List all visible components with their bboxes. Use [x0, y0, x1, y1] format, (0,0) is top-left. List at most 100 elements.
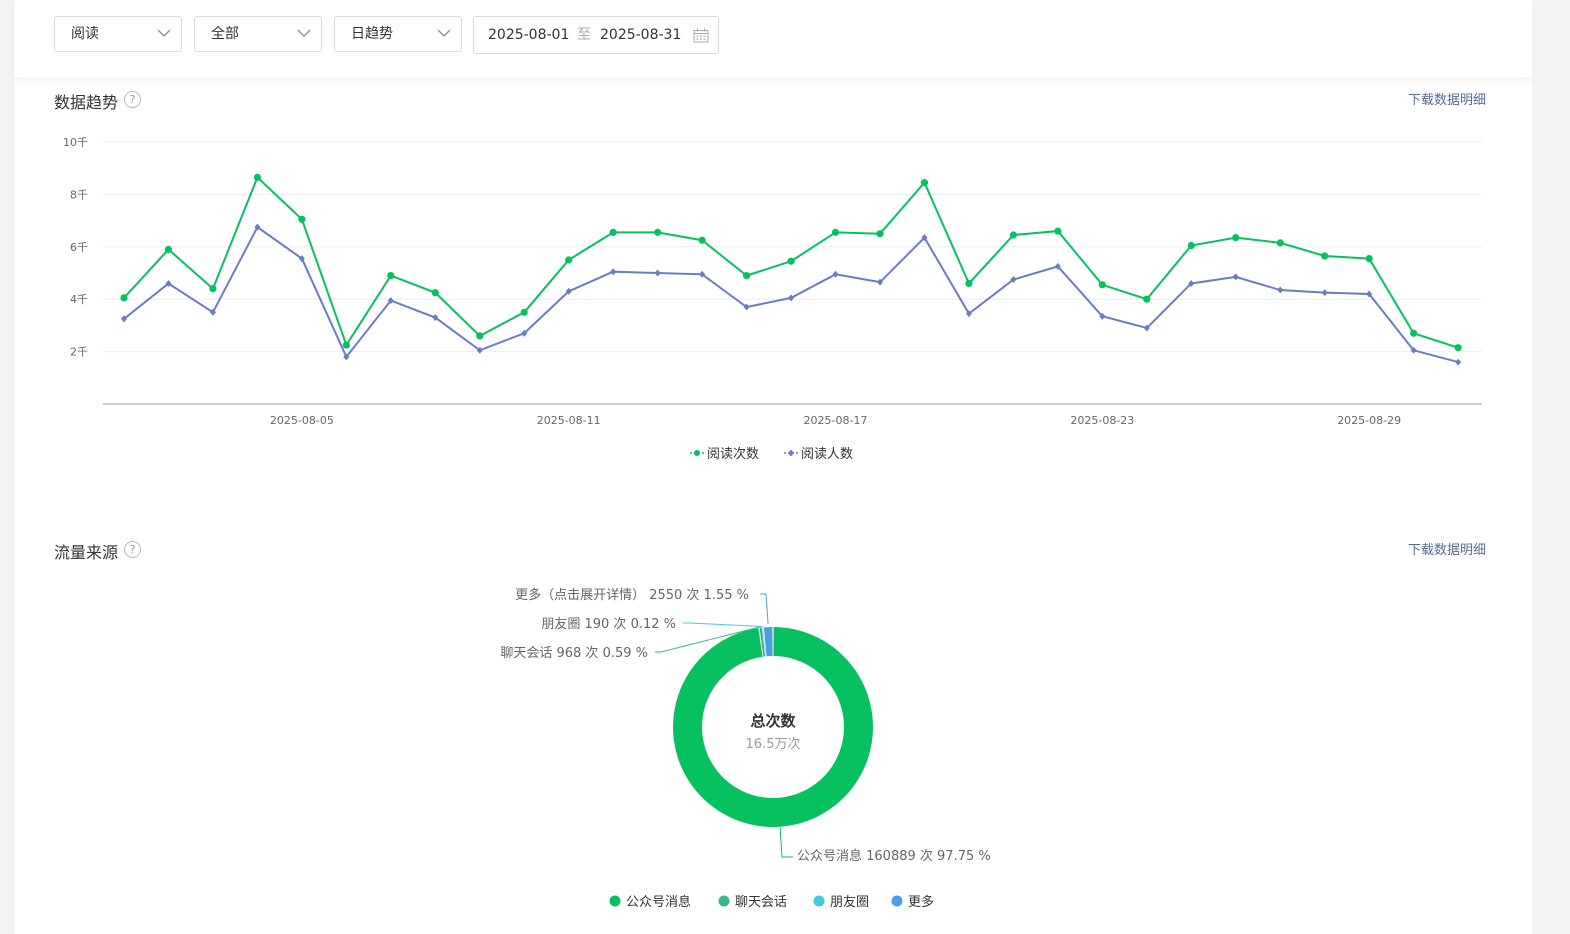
legend-label: 阅读次数	[707, 446, 759, 462]
data-point[interactable]	[387, 272, 395, 280]
legend-item-source-1[interactable]: 聊天会话	[718, 895, 788, 910]
y-tick-label: 2千	[70, 346, 88, 359]
legend-label: 聊天会话	[735, 895, 787, 910]
source-download-link[interactable]: 下载数据明细	[1408, 539, 1486, 558]
y-tick-label: 10千	[63, 136, 88, 149]
legend-marker	[694, 450, 700, 456]
data-point[interactable]	[788, 294, 795, 302]
data-point[interactable]	[1321, 252, 1329, 260]
data-point[interactable]	[1187, 241, 1195, 250]
data-point[interactable]	[920, 179, 929, 187]
data-point[interactable]	[342, 341, 350, 349]
chevron-down-icon	[437, 29, 451, 37]
data-point[interactable]	[965, 279, 973, 288]
data-point[interactable]	[1009, 231, 1018, 239]
data-point[interactable]	[831, 228, 840, 236]
main-panel: 阅读 全部 日趋势 2025-08-01 至 2025-08-31 数据趋势 ?…	[14, 0, 1532, 934]
date-range-picker[interactable]: 2025-08-01 至 2025-08-31	[473, 16, 719, 54]
data-point[interactable]	[1143, 295, 1151, 303]
data-point[interactable]	[610, 268, 617, 276]
legend-dot	[813, 895, 825, 907]
scope-select-value: 全部	[211, 26, 239, 42]
legend-item-source-0[interactable]: 公众号消息	[609, 894, 692, 910]
data-point[interactable]	[520, 308, 528, 316]
legend-item-source-3[interactable]: 更多	[891, 894, 935, 910]
data-point[interactable]	[253, 173, 262, 181]
granularity-select[interactable]: 日趋势	[334, 16, 462, 52]
data-point[interactable]	[476, 332, 484, 340]
data-point[interactable]	[120, 294, 128, 302]
data-point[interactable]	[787, 257, 795, 265]
scope-select[interactable]: 全部	[194, 16, 322, 52]
legend-marker	[788, 449, 794, 457]
legend-label: 朋友圈	[830, 894, 869, 910]
leader-line	[760, 593, 769, 625]
legend-label: 公众号消息	[626, 894, 691, 910]
data-point[interactable]	[209, 285, 217, 293]
trend-line-chart: 2千 4千 6千 8千 10千 2025-08-05 2025-08-11 2025-08-1…	[63, 136, 1482, 462]
legend-item-readers[interactable]: 阅读人数	[784, 447, 853, 462]
trend-section-title: 数据趋势	[54, 93, 119, 112]
data-point[interactable]	[742, 272, 751, 280]
data-point[interactable]	[1454, 344, 1462, 352]
filter-bar: 阅读 全部 日趋势 2025-08-01 至 2025-08-31	[14, 0, 1532, 79]
metric-select[interactable]: 阅读	[54, 16, 182, 52]
data-point[interactable]	[1365, 254, 1373, 263]
traffic-source-donut-chart: 公众号消息 160889 次 97.75 % 聊天会话 968 次 0.59 % 朋…	[500, 587, 991, 910]
x-tick-label: 2025-08-29	[1337, 414, 1401, 427]
metric-select-value: 阅读	[71, 26, 99, 42]
data-point[interactable]	[1277, 286, 1284, 294]
calendar-icon[interactable]	[693, 28, 709, 43]
data-point[interactable]	[1232, 234, 1240, 242]
data-point[interactable]	[1098, 281, 1106, 289]
date-start[interactable]: 2025-08-01	[488, 17, 569, 53]
data-point[interactable]	[298, 215, 306, 223]
chevron-down-icon	[297, 29, 311, 37]
chevron-down-icon	[157, 29, 171, 37]
line-chart-legend: 阅读次数 阅读人数	[690, 446, 853, 462]
legend-label: 更多	[908, 894, 934, 910]
data-point[interactable]	[1455, 358, 1462, 366]
data-point[interactable]	[1276, 239, 1284, 247]
donut-center-title: 总次数	[750, 712, 796, 730]
data-point[interactable]	[832, 270, 839, 278]
data-point[interactable]	[1054, 227, 1062, 235]
data-point[interactable]	[876, 230, 884, 238]
x-tick-label: 2025-08-11	[537, 414, 601, 427]
slice-label: 朋友圈 190 次 0.12 %	[541, 616, 676, 632]
legend-label: 阅读人数	[801, 447, 853, 462]
y-tick-label: 4千	[70, 293, 88, 306]
leader-line	[779, 827, 793, 858]
granularity-select-value: 日趋势	[351, 26, 393, 42]
data-point[interactable]	[164, 245, 173, 254]
slice-label[interactable]: 更多（点击展开详情） 2550 次 1.55 %	[515, 587, 749, 603]
data-point[interactable]	[609, 228, 617, 236]
data-point[interactable]	[565, 256, 573, 264]
slice-label: 聊天会话 968 次 0.59 %	[500, 645, 648, 661]
data-point[interactable]	[654, 269, 661, 277]
legend-dot	[718, 895, 730, 907]
legend-dot	[609, 895, 621, 907]
x-tick-label: 2025-08-17	[804, 414, 868, 427]
data-point[interactable]	[698, 236, 706, 244]
data-point[interactable]	[654, 228, 662, 236]
trend-download-link[interactable]: 下载数据明细	[1408, 89, 1486, 108]
legend-item-reads[interactable]: 阅读次数	[690, 446, 759, 462]
donut-center-value: 16.5万次	[746, 736, 801, 752]
donut-legend: 公众号消息 聊天会话 朋友圈 更多	[609, 894, 935, 910]
slice-label: 公众号消息 160889 次 97.75 %	[797, 848, 991, 864]
leader-line	[683, 622, 763, 628]
data-point[interactable]	[431, 289, 439, 297]
date-separator: 至	[577, 27, 591, 43]
donut-slice-3[interactable]	[763, 627, 773, 657]
trend-help-icon[interactable]: ?	[124, 91, 141, 108]
data-point[interactable]	[1410, 329, 1418, 337]
data-point[interactable]	[1321, 289, 1328, 297]
legend-item-source-2[interactable]: 朋友圈	[813, 894, 870, 910]
y-tick-label: 8千	[70, 188, 88, 201]
legend-dot	[891, 895, 903, 907]
source-section-title: 流量来源	[54, 543, 119, 562]
date-end[interactable]: 2025-08-31	[600, 17, 681, 53]
source-help-icon[interactable]: ?	[124, 541, 141, 558]
data-point[interactable]	[1232, 273, 1239, 281]
